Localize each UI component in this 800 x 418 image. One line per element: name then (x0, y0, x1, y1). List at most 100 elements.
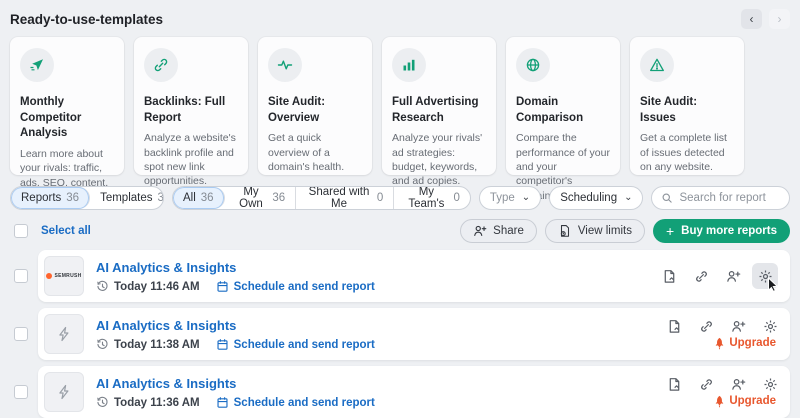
share-label: Share (493, 225, 524, 237)
reports-templates-toggle: Reports 36 Templates 32 (10, 186, 164, 210)
search-icon (661, 192, 673, 204)
report-title-link[interactable]: AI Analytics & Insights (96, 376, 236, 391)
report-card[interactable]: SEMRUSH AI Analytics & Insights Today 11… (38, 250, 790, 302)
clock-icon (96, 396, 109, 409)
template-card-site-audit-issues[interactable]: Site Audit: Issues Get a complete list o… (630, 37, 744, 175)
select-all: Select all (14, 224, 91, 238)
template-card-title: Monthly Competitor Analysis (20, 95, 114, 142)
report-row: AI Analytics & Insights Today 11:38 AM (10, 308, 790, 360)
copy-link-icon[interactable] (694, 269, 709, 284)
tab-my-teams[interactable]: My Team's 0 (394, 187, 470, 209)
template-card-description: Analyze your rivals' ad strategies: budg… (392, 131, 486, 189)
template-card-title: Site Audit: Issues (640, 95, 734, 126)
select-all-label[interactable]: Select all (41, 225, 91, 237)
schedule-link[interactable]: Schedule and send report (216, 396, 375, 409)
upgrade-label: Upgrade (729, 337, 776, 349)
schedule-link[interactable]: Schedule and send report (216, 338, 375, 351)
share-button[interactable]: Share (460, 219, 537, 243)
template-card-title: Full Advertising Research (392, 95, 486, 126)
schedule-link-label: Schedule and send report (234, 339, 375, 351)
tab-label: My Team's (404, 186, 448, 210)
report-title-link[interactable]: AI Analytics & Insights (96, 318, 236, 333)
last-modified: Today 11:36 AM (96, 396, 200, 409)
semrush-logo: SEMRUSH (46, 273, 81, 279)
chevron-right-icon: › (778, 12, 782, 26)
report-meta: Today 11:46 AM Schedule and send report (96, 280, 662, 293)
schedule-link[interactable]: Schedule and send report (216, 280, 375, 293)
share-person-icon[interactable] (731, 377, 746, 392)
select-all-checkbox[interactable] (14, 224, 28, 238)
template-card-competitor-analysis[interactable]: Monthly Competitor Analysis Learn more a… (10, 37, 124, 175)
rocket-icon (714, 337, 725, 350)
tab-count: 32 (158, 192, 165, 204)
view-limits-button[interactable]: View limits (545, 219, 645, 243)
report-title-link[interactable]: AI Analytics & Insights (96, 260, 236, 275)
action-icons (667, 319, 778, 334)
link-icon (144, 48, 178, 82)
scheduling-dropdown[interactable]: Scheduling ⌄ (549, 186, 643, 210)
lightning-bolt-icon (56, 326, 72, 342)
toolbar-actions: Share View limits + Buy more reports (460, 219, 790, 243)
action-icons (667, 377, 778, 392)
last-modified-time: Today 11:38 AM (114, 339, 200, 351)
report-thumbnail (44, 314, 84, 354)
tab-reports[interactable]: Reports 36 (11, 187, 90, 209)
last-modified: Today 11:46 AM (96, 280, 200, 293)
report-card[interactable]: AI Analytics & Insights Today 11:38 AM (38, 308, 790, 360)
search-input[interactable] (679, 192, 780, 204)
template-card-site-audit-overview[interactable]: Site Audit: Overview Get a quick overvie… (258, 37, 372, 175)
copy-link-icon[interactable] (699, 377, 714, 392)
export-document-icon[interactable] (662, 269, 677, 284)
last-modified-time: Today 11:46 AM (114, 281, 200, 293)
buy-more-reports-button[interactable]: + Buy more reports (653, 219, 790, 243)
tab-label: Templates (100, 192, 152, 204)
type-dropdown[interactable]: Type ⌄ (479, 186, 541, 210)
report-thumbnail (44, 372, 84, 412)
dropdown-label: Type (490, 192, 515, 204)
person-plus-icon (473, 224, 487, 238)
chevron-down-icon: ⌄ (522, 193, 530, 203)
warning-triangle-icon (640, 48, 674, 82)
filter-bar: Reports 36 Templates 32 All 36 My Own 36… (0, 186, 800, 210)
export-document-icon[interactable] (667, 377, 682, 392)
template-card-domain-comparison[interactable]: Domain Comparison Compare the performanc… (506, 37, 620, 175)
tab-count: 36 (66, 192, 79, 204)
clock-icon (96, 280, 109, 293)
row-checkbox[interactable] (14, 327, 28, 341)
report-thumbnail: SEMRUSH (44, 256, 84, 296)
carousel-prev-button[interactable]: ‹ (741, 9, 762, 29)
row-checkbox[interactable] (14, 385, 28, 399)
template-card-advertising-research[interactable]: Full Advertising Research Analyze your r… (382, 37, 496, 175)
semrush-logo-dot-icon (46, 273, 52, 279)
report-list: SEMRUSH AI Analytics & Insights Today 11… (0, 250, 800, 418)
tab-label: Shared with Me (306, 186, 372, 210)
export-document-icon[interactable] (667, 319, 682, 334)
tab-templates[interactable]: Templates 32 (90, 187, 164, 209)
copy-link-icon[interactable] (699, 319, 714, 334)
tab-all[interactable]: All 36 (173, 187, 225, 209)
schedule-link-label: Schedule and send report (234, 281, 375, 293)
pulse-icon (268, 48, 302, 82)
share-person-icon[interactable] (731, 319, 746, 334)
settings-gear-icon[interactable] (763, 377, 778, 392)
report-actions: Upgrade (667, 319, 778, 350)
row-checkbox[interactable] (14, 269, 28, 283)
share-person-icon[interactable] (726, 269, 741, 284)
chevron-left-icon: ‹ (750, 12, 754, 26)
tab-shared-with-me[interactable]: Shared with Me 0 (296, 187, 394, 209)
buy-more-label: Buy more reports (681, 225, 777, 237)
clock-icon (96, 338, 109, 351)
bar-chart-icon (392, 48, 426, 82)
report-card[interactable]: AI Analytics & Insights Today 11:36 AM (38, 366, 790, 418)
report-meta: Today 11:38 AM Schedule and send report (96, 338, 667, 351)
report-row: AI Analytics & Insights Today 11:36 AM (10, 366, 790, 418)
settings-gear-button[interactable] (752, 263, 778, 289)
upgrade-link[interactable]: Upgrade (714, 337, 776, 350)
tab-my-own[interactable]: My Own 36 (225, 187, 297, 209)
upgrade-link[interactable]: Upgrade (714, 395, 776, 408)
carousel-nav: ‹ › (741, 9, 790, 29)
upgrade-label: Upgrade (729, 395, 776, 407)
carousel-next-button[interactable]: › (769, 9, 790, 29)
settings-gear-icon[interactable] (763, 319, 778, 334)
template-card-backlinks[interactable]: Backlinks: Full Report Analyze a website… (134, 37, 248, 175)
